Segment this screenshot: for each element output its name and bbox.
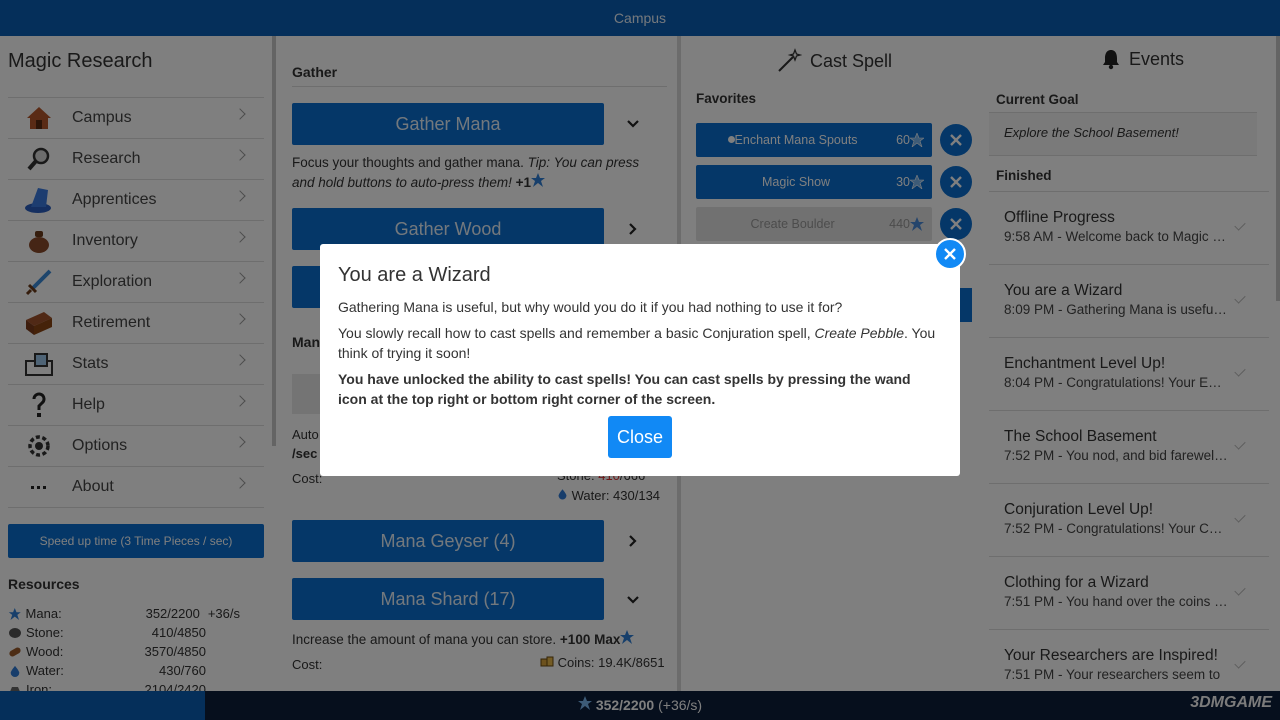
- close-icon: [944, 248, 956, 260]
- modal-paragraph: Gathering Mana is useful, but why would …: [338, 299, 843, 315]
- modal-title: You are a Wizard: [338, 264, 491, 286]
- modal-close-icon-button[interactable]: [934, 238, 966, 270]
- modal-dialog: You are a Wizard Gathering Mana is usefu…: [320, 244, 960, 476]
- modal-paragraph-bold: You have unlocked the ability to cast sp…: [338, 371, 911, 407]
- modal-paragraph: You slowly recall how to cast spells and…: [338, 325, 936, 361]
- close-button[interactable]: Close: [608, 416, 672, 458]
